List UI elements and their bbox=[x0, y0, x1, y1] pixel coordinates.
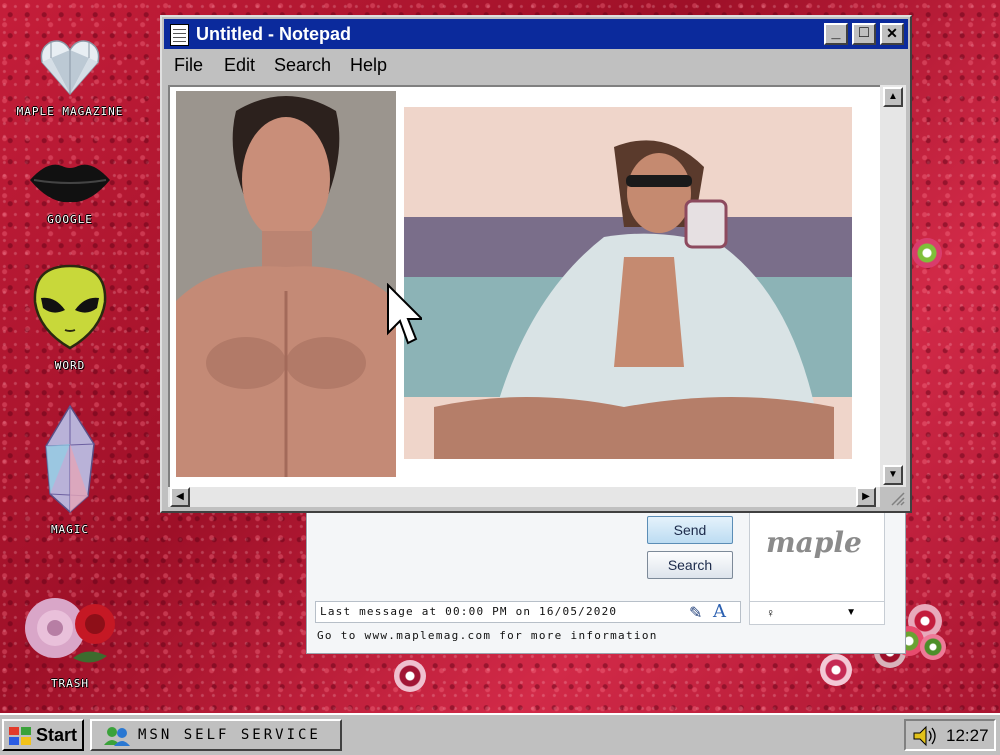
roses-icon bbox=[25, 598, 115, 663]
search-button[interactable]: Search bbox=[647, 551, 733, 579]
robe-photo-art bbox=[404, 107, 852, 459]
desktop-icon-label: GOOGLE bbox=[47, 213, 93, 226]
desktop: { "desktop": { "icons": [ {"label": "MAP… bbox=[0, 0, 1000, 755]
desktop-icon-label: MAPLE MAGAZINE bbox=[16, 105, 124, 118]
glitter-disc-icon bbox=[820, 654, 852, 686]
system-tray: 12:27 bbox=[904, 719, 996, 751]
scroll-up-icon[interactable]: ▲ bbox=[883, 87, 903, 107]
scroll-right-icon[interactable]: ▶ bbox=[856, 487, 876, 507]
lips-icon bbox=[30, 164, 110, 203]
avatar-select[interactable]: ♀ ▼ bbox=[749, 601, 885, 625]
speaker-icon[interactable] bbox=[912, 725, 938, 747]
notepad-window: Untitled - Notepad _ □ ✕ File Edit Searc… bbox=[160, 15, 912, 513]
desktop-icon-google[interactable]: GOOGLE bbox=[0, 158, 140, 226]
clock: 12:27 bbox=[946, 726, 989, 745]
user-icon: ♀ bbox=[766, 606, 775, 620]
windows-logo-icon bbox=[9, 727, 31, 745]
close-button[interactable]: ✕ bbox=[880, 23, 904, 45]
robe-photo bbox=[404, 107, 852, 459]
last-message-text: Last message at 00:00 PM on 16/05/2020 bbox=[320, 605, 618, 618]
desktop-icon-label: MAGIC bbox=[50, 523, 90, 536]
desktop-icon-magic[interactable]: MAGIC bbox=[0, 404, 140, 536]
pen-icon[interactable]: ✎ bbox=[689, 603, 702, 623]
menu-help[interactable]: Help bbox=[350, 55, 387, 76]
mouse-cursor-icon bbox=[387, 283, 422, 345]
desktop-icon-trash[interactable]: TRASH bbox=[0, 586, 140, 690]
taskbar: Start MSN SELF SERVICE 12:27 bbox=[0, 713, 1000, 755]
status-bar: Last message at 00:00 PM on 16/05/2020 bbox=[315, 601, 741, 623]
menu-search[interactable]: Search bbox=[274, 55, 331, 76]
text-area[interactable] bbox=[168, 85, 880, 487]
send-button[interactable]: Send bbox=[647, 516, 733, 544]
taskbar-item-label: MSN SELF SERVICE bbox=[138, 727, 321, 743]
menu-bar: File Edit Search Help bbox=[164, 51, 908, 79]
glitter-disc-icon bbox=[912, 238, 942, 268]
title-bar[interactable]: Untitled - Notepad _ □ ✕ bbox=[164, 19, 908, 49]
glitter-disc-icon bbox=[394, 660, 426, 692]
start-label: Start bbox=[36, 725, 78, 745]
menu-file[interactable]: File bbox=[174, 55, 203, 76]
diamond-heart-icon bbox=[40, 40, 100, 96]
desktop-icon-word[interactable]: WORD bbox=[0, 264, 140, 372]
scroll-left-icon[interactable]: ◀ bbox=[170, 487, 190, 507]
avatar-logo-text: maple bbox=[766, 526, 862, 559]
taskbar-item-msn[interactable]: MSN SELF SERVICE bbox=[90, 719, 342, 751]
menu-edit[interactable]: Edit bbox=[224, 55, 255, 76]
alien-icon bbox=[33, 264, 107, 350]
desktop-icon-label: TRASH bbox=[50, 677, 90, 690]
maximize-button[interactable]: □ bbox=[852, 23, 876, 45]
font-icon[interactable]: A bbox=[713, 601, 726, 622]
glitter-disc-icon bbox=[920, 634, 946, 660]
portrait-photo bbox=[176, 91, 396, 477]
start-button[interactable]: Start bbox=[2, 719, 84, 751]
desktop-icon-label: WORD bbox=[54, 359, 86, 372]
resize-grip-icon[interactable] bbox=[880, 487, 906, 507]
notepad-icon bbox=[170, 24, 189, 46]
scroll-down-icon[interactable]: ▼ bbox=[883, 465, 903, 485]
window-title: Untitled - Notepad bbox=[196, 24, 351, 44]
horizontal-scrollbar[interactable]: ◀ ▶ bbox=[168, 487, 880, 507]
portrait-photo-art bbox=[176, 91, 396, 477]
msn-buddies-icon bbox=[104, 727, 130, 746]
crystal-icon bbox=[45, 404, 95, 514]
info-text: Go to www.maplemag.com for more informat… bbox=[317, 629, 658, 642]
minimize-button[interactable]: _ bbox=[824, 23, 848, 45]
vertical-scrollbar[interactable]: ▲ ▼ bbox=[880, 85, 906, 487]
chevron-down-icon: ▼ bbox=[846, 607, 856, 618]
chat-window: Send Search maple ♀ ▼ Last message at 00… bbox=[306, 500, 906, 654]
desktop-icon-maple-magazine[interactable]: MAPLE MAGAZINE bbox=[0, 38, 140, 118]
